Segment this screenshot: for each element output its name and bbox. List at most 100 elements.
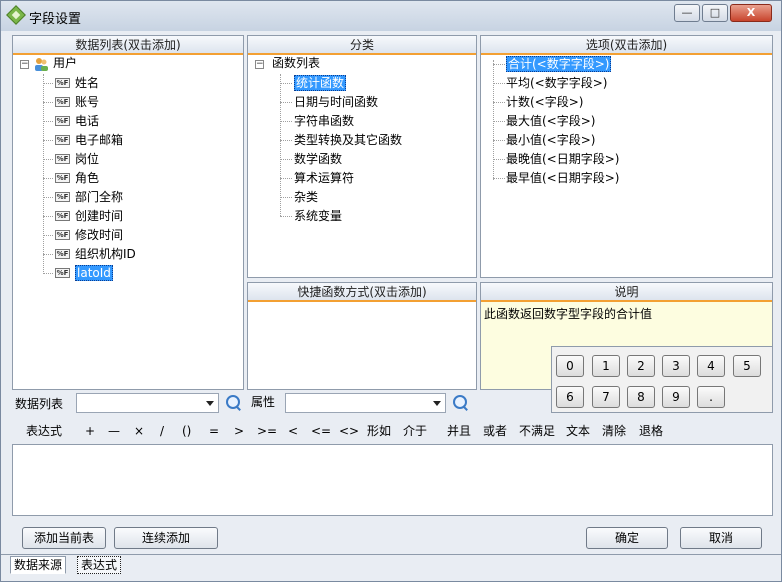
- field-item[interactable]: 创建时间: [75, 207, 123, 226]
- operator-button[interactable]: <>: [339, 424, 359, 438]
- field-item-label: 岗位: [75, 152, 100, 166]
- expression-label: 表达式: [26, 424, 63, 438]
- datalist-panel: 数据列表(双击添加) − 用户 %F 姓名 %F 账号 %F 电话 %F 电子邮箱 %F 岗位 %F…: [12, 35, 244, 390]
- category-item-label: 日期与时间函数: [294, 95, 379, 109]
- operator-button[interactable]: /: [160, 424, 164, 438]
- operator-button[interactable]: <=: [311, 424, 331, 438]
- option-item-label: 最小值(<字段>): [506, 133, 596, 147]
- tree-root-function-list[interactable]: 函数列表: [272, 54, 320, 73]
- operator-button[interactable]: 不满足: [519, 424, 555, 438]
- field-item[interactable]: 部门全称: [75, 188, 123, 207]
- field-icon: %F: [55, 97, 70, 107]
- field-item[interactable]: latoId: [75, 264, 113, 283]
- field-item-label: 创建时间: [75, 209, 124, 223]
- collapse-toggle-icon[interactable]: −: [255, 60, 264, 69]
- numpad-key[interactable]: 1: [592, 355, 620, 377]
- category-item[interactable]: 算术运算符: [294, 169, 354, 188]
- field-item[interactable]: 修改时间: [75, 226, 123, 245]
- operator-button[interactable]: +: [85, 424, 95, 438]
- field-item[interactable]: 账号: [75, 93, 99, 112]
- tab-expression[interactable]: 表达式: [77, 556, 122, 574]
- operator-button[interactable]: —: [108, 424, 120, 438]
- option-item[interactable]: 平均(<数字字段>): [506, 74, 607, 93]
- numpad-key[interactable]: .: [697, 386, 725, 408]
- option-item[interactable]: 最小值(<字段>): [506, 131, 595, 150]
- close-button[interactable]: X: [730, 4, 772, 22]
- operator-button[interactable]: ×: [134, 424, 144, 438]
- tree-root-user[interactable]: 用户: [53, 54, 77, 73]
- operator-button[interactable]: 文本: [566, 424, 590, 438]
- title-bar[interactable]: 字段设置 — □ X: [1, 1, 781, 31]
- field-item[interactable]: 组织机构ID: [75, 245, 136, 264]
- expression-editor[interactable]: [12, 444, 773, 516]
- field-item-label: 电子邮箱: [75, 133, 124, 147]
- description-text: 此函数返回数字型字段的合计值: [484, 307, 653, 321]
- category-item-label: 系统变量: [294, 209, 343, 223]
- field-item[interactable]: 角色: [75, 169, 99, 188]
- field-icon: %F: [55, 230, 70, 240]
- option-item[interactable]: 合计(<数字字段>): [506, 55, 612, 74]
- dropdown-arrow-icon: [433, 401, 441, 406]
- category-item[interactable]: 杂类: [294, 188, 318, 207]
- field-item-label: 角色: [75, 171, 100, 185]
- field-item[interactable]: 电话: [75, 112, 99, 131]
- category-item[interactable]: 统计函数: [294, 74, 347, 93]
- operator-button[interactable]: 或者: [483, 424, 507, 438]
- cancel-button[interactable]: 取消: [680, 527, 762, 549]
- operator-button[interactable]: 清除: [602, 424, 626, 438]
- field-item[interactable]: 电子邮箱: [75, 131, 123, 150]
- category-item[interactable]: 数学函数: [294, 150, 342, 169]
- maximize-button[interactable]: □: [702, 4, 728, 22]
- option-item-label: 最大值(<字段>): [506, 114, 596, 128]
- search-icon[interactable]: [452, 394, 470, 412]
- operator-button[interactable]: 介于: [403, 424, 427, 438]
- field-icon: %F: [55, 116, 70, 126]
- operator-button[interactable]: <: [288, 424, 298, 438]
- category-item[interactable]: 类型转换及其它函数: [294, 131, 402, 150]
- operator-button[interactable]: 并且: [447, 424, 471, 438]
- option-item[interactable]: 最大值(<字段>): [506, 112, 595, 131]
- field-item[interactable]: 岗位: [75, 150, 99, 169]
- operator-button[interactable]: (): [182, 424, 191, 438]
- numpad-key[interactable]: 5: [733, 355, 761, 377]
- field-item-label: 电话: [75, 114, 100, 128]
- numpad-key[interactable]: 2: [627, 355, 655, 377]
- collapse-toggle-icon[interactable]: −: [20, 60, 29, 69]
- field-icon: %F: [55, 192, 70, 202]
- datalist-combo[interactable]: [76, 393, 219, 413]
- option-item-label: 合计(<数字字段>): [506, 56, 612, 72]
- option-item[interactable]: 计数(<字段>): [506, 93, 583, 112]
- numpad-key[interactable]: 3: [662, 355, 690, 377]
- continuous-add-button[interactable]: 连续添加: [114, 527, 218, 549]
- field-item-label: 部门全称: [75, 190, 124, 204]
- numpad-key[interactable]: 9: [662, 386, 690, 408]
- operator-button[interactable]: 形如: [367, 424, 391, 438]
- search-icon[interactable]: [225, 394, 243, 412]
- category-item[interactable]: 日期与时间函数: [294, 93, 378, 112]
- add-current-table-button[interactable]: 添加当前表: [22, 527, 106, 549]
- numpad-key[interactable]: 0: [556, 355, 584, 377]
- operator-button[interactable]: >=: [257, 424, 277, 438]
- category-item-label: 字符串函数: [294, 114, 355, 128]
- category-item-label: 算术运算符: [294, 171, 355, 185]
- minimize-button[interactable]: —: [674, 4, 700, 22]
- options-panel: 选项(双击添加) 合计(<数字字段>) 平均(<数字字段>) 计数(<字段>) 最大值…: [480, 35, 773, 278]
- numpad-key[interactable]: 8: [627, 386, 655, 408]
- field-item[interactable]: 姓名: [75, 74, 99, 93]
- category-item[interactable]: 系统变量: [294, 207, 342, 226]
- property-combo[interactable]: [285, 393, 446, 413]
- operator-button[interactable]: =: [209, 424, 219, 438]
- operator-button[interactable]: 退格: [639, 424, 663, 438]
- option-item[interactable]: 最早值(<日期字段>): [506, 169, 619, 188]
- numpad-key[interactable]: 6: [556, 386, 584, 408]
- tab-data-source[interactable]: 数据来源: [10, 556, 67, 574]
- operator-button[interactable]: >: [234, 424, 244, 438]
- datalist-filter-label: 数据列表: [15, 397, 64, 411]
- option-item[interactable]: 最晚值(<日期字段>): [506, 150, 619, 169]
- field-icon: %F: [55, 249, 70, 259]
- numpad-key[interactable]: 7: [592, 386, 620, 408]
- numpad-key[interactable]: 4: [697, 355, 725, 377]
- field-item-label: 姓名: [75, 76, 100, 90]
- ok-button[interactable]: 确定: [586, 527, 668, 549]
- category-item[interactable]: 字符串函数: [294, 112, 354, 131]
